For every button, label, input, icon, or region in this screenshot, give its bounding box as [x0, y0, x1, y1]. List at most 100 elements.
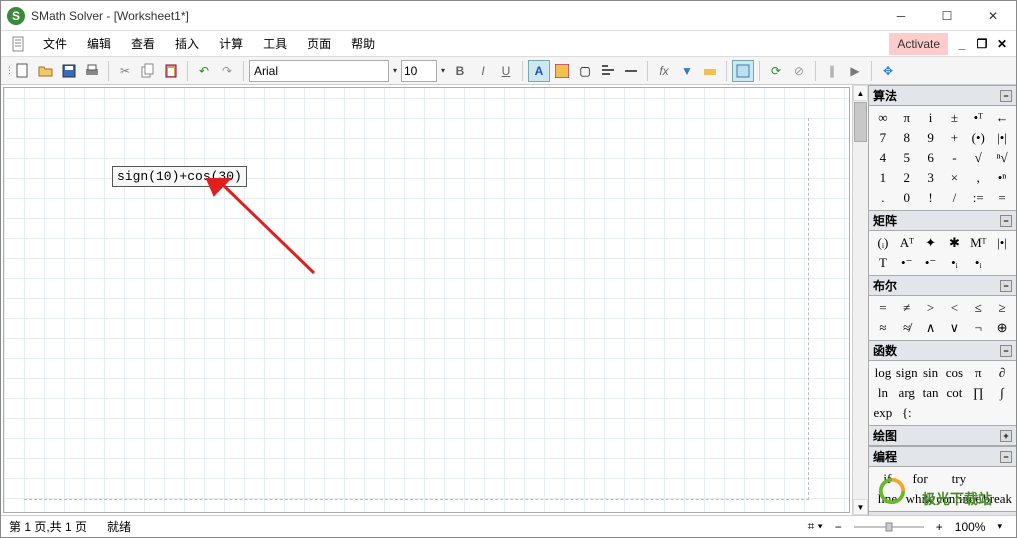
palette-button[interactable]: ←: [990, 108, 1014, 128]
palette-button[interactable]: i: [919, 108, 943, 128]
menu-edit[interactable]: 编辑: [77, 31, 121, 56]
separator-button[interactable]: [620, 60, 642, 82]
pause-button[interactable]: ∥: [821, 60, 843, 82]
palette-button[interactable]: -: [943, 148, 967, 168]
palette-button[interactable]: sign: [895, 363, 919, 383]
palette-button[interactable]: =: [871, 298, 895, 318]
palette-button[interactable]: for: [904, 469, 937, 489]
panel-header-sym-lc[interactable]: 符号 (α-ω)+: [869, 511, 1016, 515]
scroll-up-icon[interactable]: ▲: [853, 85, 868, 101]
zoom-in-button[interactable]: +: [936, 520, 943, 534]
align-button[interactable]: [597, 60, 619, 82]
filter-button[interactable]: ▼: [676, 60, 698, 82]
palette-button[interactable]: |•|: [990, 233, 1014, 253]
palette-button[interactable]: [919, 403, 943, 423]
mdi-close-button[interactable]: ✕: [994, 36, 1010, 52]
palette-button[interactable]: √: [966, 148, 990, 168]
redo-button[interactable]: ↷: [216, 60, 238, 82]
panel-header-plot[interactable]: 绘图+: [869, 425, 1016, 446]
stop-button[interactable]: ⊘: [788, 60, 810, 82]
panel-header-matrix[interactable]: 矩阵−: [869, 210, 1016, 231]
palette-button[interactable]: break: [981, 489, 1014, 509]
palette-button[interactable]: 4: [871, 148, 895, 168]
open-button[interactable]: [35, 60, 57, 82]
menu-page[interactable]: 页面: [297, 31, 341, 56]
zoom-dropdown-icon[interactable]: ▾: [997, 521, 1002, 532]
menu-view[interactable]: 查看: [121, 31, 165, 56]
palette-button[interactable]: =: [990, 188, 1014, 208]
palette-button[interactable]: ✦: [919, 233, 943, 253]
palette-button[interactable]: 9: [919, 128, 943, 148]
palette-button[interactable]: 0: [895, 188, 919, 208]
palette-button[interactable]: tan: [919, 383, 943, 403]
palette-button[interactable]: arg: [895, 383, 919, 403]
palette-button[interactable]: ⊕: [990, 318, 1014, 338]
menu-tools[interactable]: 工具: [253, 31, 297, 56]
activate-button[interactable]: Activate: [889, 33, 948, 55]
maximize-button[interactable]: ☐: [924, 1, 970, 31]
menu-calc[interactable]: 计算: [209, 31, 253, 56]
palette-button[interactable]: ∧: [919, 318, 943, 338]
palette-button[interactable]: .: [871, 188, 895, 208]
palette-button[interactable]: {:: [895, 403, 919, 423]
palette-button[interactable]: !: [919, 188, 943, 208]
scroll-thumb[interactable]: [854, 102, 867, 142]
zoom-out-button[interactable]: −: [835, 520, 842, 534]
palette-button[interactable]: sin: [919, 363, 943, 383]
palette-button[interactable]: exp: [871, 403, 895, 423]
bg-color-button[interactable]: [551, 60, 573, 82]
palette-button[interactable]: 1: [871, 168, 895, 188]
palette-button[interactable]: 2: [895, 168, 919, 188]
italic-button[interactable]: I: [472, 60, 494, 82]
palette-button[interactable]: ln: [871, 383, 895, 403]
zoom-value[interactable]: 100%: [955, 520, 986, 534]
palette-button[interactable]: (•): [966, 128, 990, 148]
play-button[interactable]: ▶: [844, 60, 866, 82]
menu-insert[interactable]: 插入: [165, 31, 209, 56]
panel-collapse-icon[interactable]: −: [1000, 90, 1012, 102]
palette-button[interactable]: ⁿ√: [990, 148, 1014, 168]
palette-button[interactable]: /: [943, 188, 967, 208]
save-button[interactable]: [58, 60, 80, 82]
palette-button[interactable]: cot: [943, 383, 967, 403]
palette-button[interactable]: •⁻: [919, 253, 943, 273]
panel-collapse-icon[interactable]: −: [1000, 280, 1012, 292]
palette-button[interactable]: cos: [943, 363, 967, 383]
palette-button[interactable]: π: [895, 108, 919, 128]
panel-header-prog[interactable]: 编程−: [869, 446, 1016, 467]
region-button[interactable]: [732, 60, 754, 82]
worksheet-area[interactable]: sign(10)+cos(30): [3, 87, 850, 513]
palette-button[interactable]: +: [943, 128, 967, 148]
panel-collapse-icon[interactable]: −: [1000, 345, 1012, 357]
copy-button[interactable]: [137, 60, 159, 82]
palette-button[interactable]: ∫: [990, 383, 1014, 403]
palette-button[interactable]: •ᵢ: [943, 253, 967, 273]
palette-button[interactable]: 7: [871, 128, 895, 148]
minimize-button[interactable]: ─: [878, 1, 924, 31]
paste-button[interactable]: [160, 60, 182, 82]
palette-button[interactable]: ≥: [990, 298, 1014, 318]
palette-button[interactable]: continue: [936, 489, 981, 509]
palette-button[interactable]: (ᵢ): [871, 233, 895, 253]
palette-button[interactable]: ×: [943, 168, 967, 188]
marker-button[interactable]: ✥: [877, 60, 899, 82]
palette-button[interactable]: while: [904, 489, 937, 509]
menu-help[interactable]: 帮助: [341, 31, 385, 56]
palette-button[interactable]: •ᵀ: [966, 108, 990, 128]
palette-button[interactable]: 8: [895, 128, 919, 148]
new-button[interactable]: [12, 60, 34, 82]
panel-header-bool[interactable]: 布尔−: [869, 275, 1016, 296]
palette-button[interactable]: ,: [966, 168, 990, 188]
palette-button[interactable]: ≠: [895, 298, 919, 318]
palette-button[interactable]: •⁻: [895, 253, 919, 273]
panel-header-func[interactable]: 函数−: [869, 340, 1016, 361]
palette-button[interactable]: log: [871, 363, 895, 383]
palette-button[interactable]: try: [936, 469, 981, 489]
palette-button[interactable]: [981, 469, 1014, 489]
refresh-button[interactable]: ⟳: [765, 60, 787, 82]
bold-button[interactable]: B: [449, 60, 471, 82]
font-select[interactable]: [249, 60, 389, 82]
palette-button[interactable]: 5: [895, 148, 919, 168]
formula-region[interactable]: sign(10)+cos(30): [112, 166, 247, 187]
text-color-button[interactable]: A: [528, 60, 550, 82]
